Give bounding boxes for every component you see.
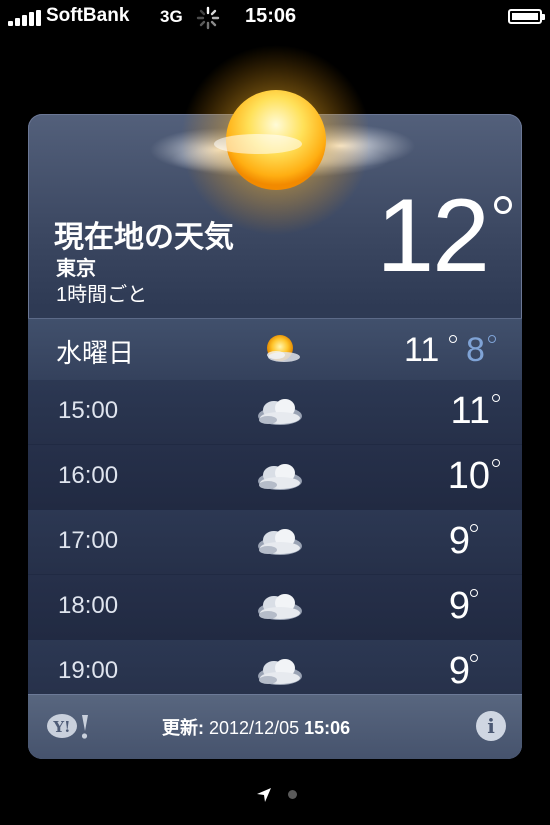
day-low-temp: 8 <box>466 331 485 369</box>
sun-icon <box>181 45 368 235</box>
hour-time: 16:00 <box>58 462 119 489</box>
location-arrow-icon[interactable] <box>255 786 273 804</box>
network-type: 3G <box>160 7 183 26</box>
hourly-forecast-list: 15:00 11 16:00 10 17:00 9 18:00 9 19:00 … <box>28 380 522 705</box>
hour-temp: 11 <box>450 390 490 432</box>
cloud-icon <box>258 399 302 425</box>
cloud-icon <box>258 659 302 685</box>
day-high-temp: 11 <box>404 331 440 369</box>
status-bar: SoftBank 3G 15:06 <box>0 0 550 36</box>
hour-temp: 10 <box>447 455 490 497</box>
degree-icon <box>470 524 478 532</box>
degree-icon <box>488 335 496 343</box>
updated-date: 2012/12/05 <box>209 718 300 738</box>
hourly-row: 18:00 9 <box>28 575 522 640</box>
degree-icon <box>492 394 500 402</box>
hour-temp: 9 <box>448 650 470 692</box>
cloud-icon <box>258 529 302 555</box>
signal-strength-icon <box>8 10 42 26</box>
hourly-row: 15:00 11 <box>28 380 522 445</box>
hourly-row: 17:00 9 <box>28 510 522 575</box>
yahoo-logo-button[interactable]: Y! <box>46 712 92 740</box>
updated-time: 15:06 <box>304 718 351 738</box>
current-temperature: 12 <box>376 178 490 294</box>
city-name: 東京 <box>56 258 96 280</box>
hourly-row: 16:00 10 <box>28 445 522 510</box>
degree-icon <box>449 335 457 343</box>
degree-icon <box>492 459 500 467</box>
card-footer: Y! 更新: 2012/12/05 15:06 i <box>28 694 522 759</box>
last-updated: 更新: 2012/12/05 15:06 <box>162 714 350 740</box>
hour-temp: 9 <box>448 520 470 562</box>
hour-time: 19:00 <box>58 657 119 684</box>
svg-text:Y!: Y! <box>52 718 70 736</box>
hour-time: 15:00 <box>58 397 119 424</box>
carrier-name: SoftBank <box>46 5 130 26</box>
sun-cloud-icon <box>267 335 300 362</box>
info-button[interactable]: i <box>476 711 506 741</box>
degree-icon <box>494 196 512 214</box>
hour-temp: 9 <box>448 585 470 627</box>
updated-label: 更新: <box>162 718 204 738</box>
page-indicator[interactable] <box>0 786 550 806</box>
battery-icon <box>508 9 545 24</box>
degree-icon <box>470 589 478 597</box>
degree-icon <box>470 654 478 662</box>
activity-spinner-icon <box>196 6 220 30</box>
status-time: 15:06 <box>245 5 297 27</box>
day-forecast-row: 水曜日 11 8 <box>28 318 522 382</box>
cloud-icon <box>258 594 302 620</box>
hour-time: 18:00 <box>58 592 119 619</box>
hour-time: 17:00 <box>58 527 119 554</box>
day-name: 水曜日 <box>56 338 135 368</box>
cloud-icon <box>258 464 302 490</box>
forecast-mode: 1時間ごと <box>56 284 148 306</box>
page-dot[interactable] <box>288 790 297 799</box>
